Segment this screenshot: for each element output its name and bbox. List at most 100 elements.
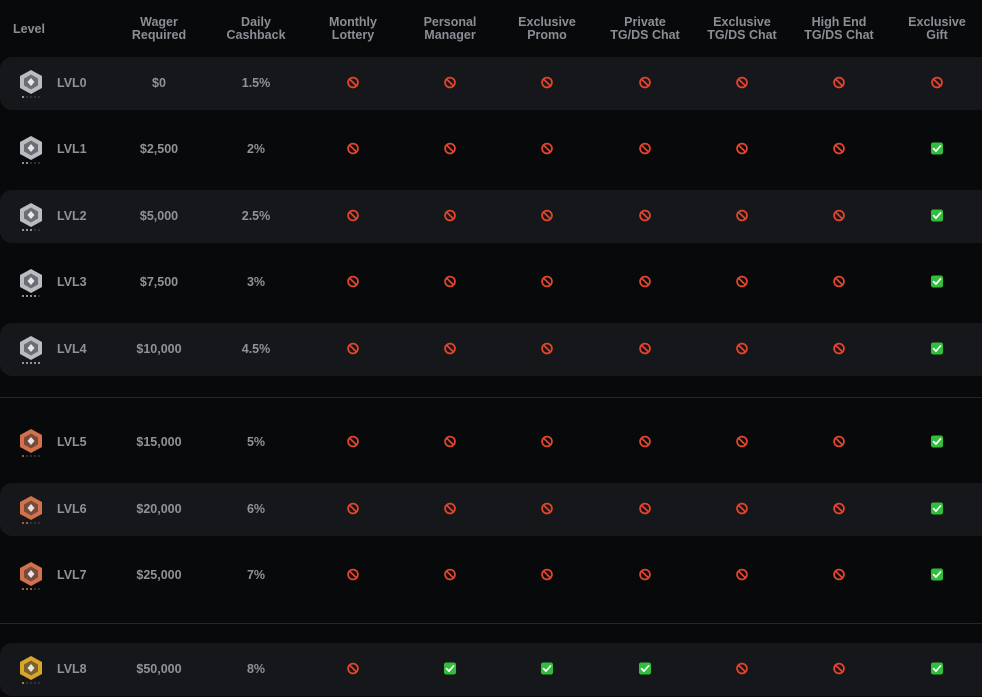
no-entry-icon: [833, 142, 846, 155]
wager-required: $50,000: [136, 662, 182, 676]
table-row: LVL2 $5,000 2.5%: [0, 190, 982, 243]
header-manager: Personal Manager: [423, 15, 477, 42]
vip-levels-table: Level Wager Required Daily Cashback Monthly…: [0, 0, 982, 697]
check-mark-icon: [930, 209, 944, 222]
no-entry-icon: [736, 76, 749, 89]
header-highend-chat: High End TG/DS Chat: [804, 15, 874, 42]
no-entry-icon: [347, 662, 360, 675]
no-entry-icon: [347, 209, 360, 222]
no-entry-icon: [541, 76, 554, 89]
header-private-chat: Private TG/DS Chat: [610, 15, 680, 42]
no-entry-icon: [833, 209, 846, 222]
table-row: LVL5 $15,000 5%: [0, 416, 982, 469]
check-mark-icon: [930, 568, 944, 581]
wager-required: $0: [152, 76, 166, 90]
wager-required: $20,000: [136, 502, 182, 516]
level-name: LVL2: [57, 209, 87, 223]
wager-required: $25,000: [136, 568, 182, 582]
no-entry-icon: [347, 568, 360, 581]
table-row: LVL0 $0 1.5%: [0, 57, 982, 110]
level-name: LVL6: [57, 502, 87, 516]
no-entry-icon: [444, 76, 457, 89]
wager-required: $5,000: [139, 209, 179, 223]
no-entry-icon: [347, 142, 360, 155]
check-mark-icon: [443, 662, 457, 675]
no-entry-icon: [444, 275, 457, 288]
table-header: Level Wager Required Daily Cashback Monthly…: [0, 0, 982, 56]
daily-cashback: 3%: [246, 275, 266, 289]
daily-cashback: 1.5%: [241, 76, 271, 90]
no-entry-icon: [541, 209, 554, 222]
header-lottery: Monthly Lottery: [329, 15, 377, 42]
no-entry-icon: [639, 502, 652, 515]
no-entry-icon: [639, 142, 652, 155]
silver-level-badge-icon: [18, 335, 44, 365]
wager-required: $7,500: [139, 275, 179, 289]
level-name: LVL1: [57, 142, 87, 156]
no-entry-icon: [347, 76, 360, 89]
silver-level-badge-icon: [18, 202, 44, 232]
no-entry-icon: [833, 568, 846, 581]
no-entry-icon: [347, 435, 360, 448]
level-name: LVL4: [57, 342, 87, 356]
level-name: LVL5: [57, 435, 87, 449]
daily-cashback: 5%: [246, 435, 266, 449]
no-entry-icon: [444, 435, 457, 448]
no-entry-icon: [833, 342, 846, 355]
no-entry-icon: [541, 435, 554, 448]
wager-required: $15,000: [136, 435, 182, 449]
daily-cashback: 8%: [246, 662, 266, 676]
bronze-level-badge-icon: [18, 428, 44, 458]
check-mark-icon: [638, 662, 652, 675]
no-entry-icon: [541, 142, 554, 155]
no-entry-icon: [833, 435, 846, 448]
bronze-level-badge-icon: [18, 561, 44, 591]
no-entry-icon: [444, 568, 457, 581]
no-entry-icon: [541, 502, 554, 515]
no-entry-icon: [833, 76, 846, 89]
check-mark-icon: [930, 662, 944, 675]
check-mark-icon: [930, 275, 944, 288]
no-entry-icon: [736, 209, 749, 222]
tier-divider: [0, 397, 982, 398]
silver-level-badge-icon: [18, 69, 44, 99]
no-entry-icon: [736, 142, 749, 155]
no-entry-icon: [444, 342, 457, 355]
tier-divider: [0, 623, 982, 624]
table-row: LVL4 $10,000 4.5%: [0, 323, 982, 376]
no-entry-icon: [736, 568, 749, 581]
level-name: LVL8: [57, 662, 87, 676]
daily-cashback: 7%: [246, 568, 266, 582]
check-mark-icon: [930, 502, 944, 515]
no-entry-icon: [639, 76, 652, 89]
no-entry-icon: [347, 502, 360, 515]
silver-level-badge-icon: [18, 268, 44, 298]
header-promo: Exclusive Promo: [518, 15, 576, 42]
no-entry-icon: [833, 275, 846, 288]
no-entry-icon: [444, 142, 457, 155]
table-row: LVL1 $2,500 2%: [0, 123, 982, 176]
header-gift: Exclusive Gift: [908, 15, 966, 42]
daily-cashback: 6%: [246, 502, 266, 516]
header-level: Level: [13, 22, 45, 36]
check-mark-icon: [930, 142, 944, 155]
gold-level-badge-icon: [18, 655, 44, 685]
bronze-level-badge-icon: [18, 495, 44, 525]
no-entry-icon: [347, 275, 360, 288]
no-entry-icon: [736, 502, 749, 515]
daily-cashback: 2.5%: [241, 209, 271, 223]
silver-level-badge-icon: [18, 135, 44, 165]
check-mark-icon: [540, 662, 554, 675]
daily-cashback: 4.5%: [241, 342, 271, 356]
level-name: LVL0: [57, 76, 87, 90]
header-cashback: Daily Cashback: [226, 15, 286, 42]
no-entry-icon: [736, 342, 749, 355]
header-exclusive-chat: Exclusive TG/DS Chat: [707, 15, 777, 42]
level-name: LVL3: [57, 275, 87, 289]
no-entry-icon: [639, 342, 652, 355]
daily-cashback: 2%: [246, 142, 266, 156]
no-entry-icon: [639, 275, 652, 288]
no-entry-icon: [347, 342, 360, 355]
no-entry-icon: [639, 209, 652, 222]
no-entry-icon: [639, 435, 652, 448]
